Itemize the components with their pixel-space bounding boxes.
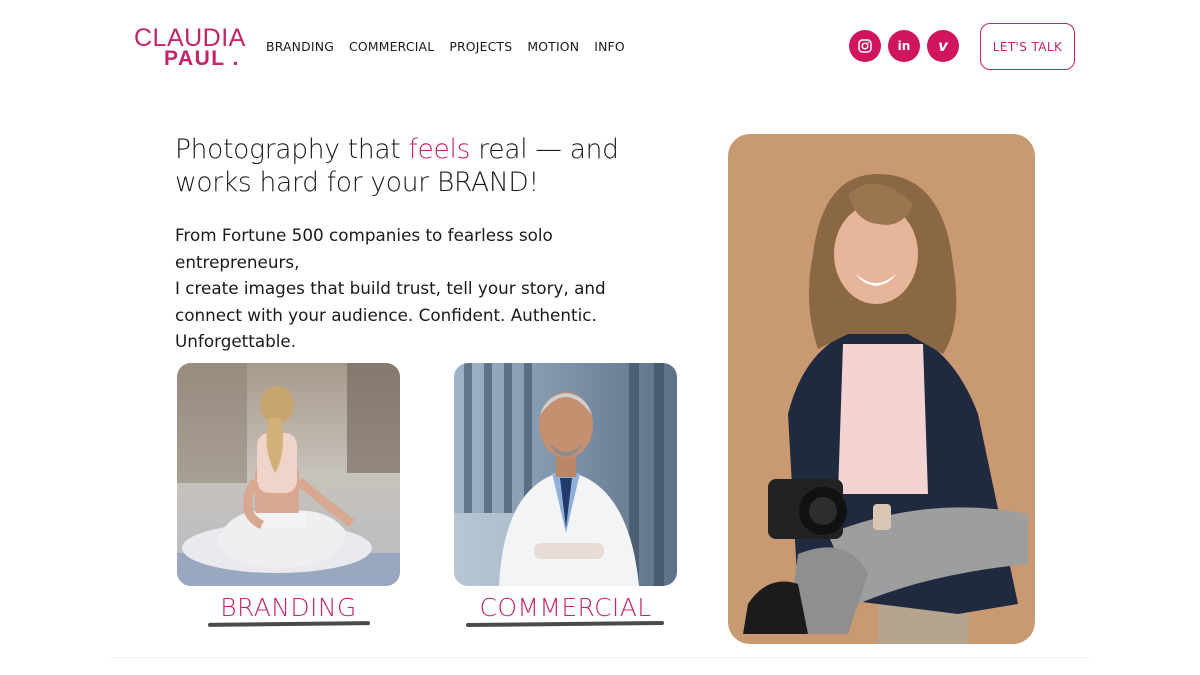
nav-item-info[interactable]: INFO <box>594 39 625 54</box>
hero-headline: Photography that feels real — and works … <box>175 133 695 199</box>
hero-intro: From Fortune 500 companies to fearless s… <box>175 222 655 355</box>
intro-line: entrepreneurs, <box>175 251 300 272</box>
headline-text-start: Photography that <box>175 134 409 165</box>
yoga-woman-photo <box>177 363 400 586</box>
branding-underline <box>207 621 371 627</box>
nav-item-commercial[interactable]: COMMERCIAL <box>349 39 434 54</box>
logo[interactable]: CLAUDIA PAUL . <box>134 26 254 70</box>
intro-line: From Fortune 500 companies to fearless s… <box>175 225 553 245</box>
logo-last-name: PAUL . <box>164 47 240 70</box>
commercial-underline <box>465 620 665 628</box>
branding-tile-image[interactable] <box>177 363 400 586</box>
linkedin-button[interactable]: in <box>888 30 920 62</box>
vimeo-icon: v <box>938 37 948 55</box>
main-nav: BRANDING COMMERCIAL PROJECTS MOTION INFO <box>266 39 625 54</box>
commercial-tile-image[interactable] <box>454 363 677 586</box>
instagram-icon <box>858 39 872 53</box>
lets-talk-button[interactable]: LET'S TALK <box>980 23 1075 70</box>
linkedin-icon: in <box>897 39 911 53</box>
hero-portrait <box>728 134 1035 644</box>
vimeo-button[interactable]: v <box>927 30 959 62</box>
instagram-button[interactable] <box>849 30 881 62</box>
intro-line: Unforgettable. <box>175 331 297 351</box>
nav-item-motion[interactable]: MOTION <box>527 39 579 54</box>
photographer-portrait-photo <box>728 134 1035 644</box>
branding-tile-label[interactable]: BRANDING <box>177 593 400 622</box>
intro-line: I create images that build trust, tell y… <box>175 278 606 298</box>
nav-item-branding[interactable]: BRANDING <box>266 39 334 54</box>
headline-accent-word: feels <box>408 134 471 165</box>
doctor-portrait-photo <box>454 363 677 586</box>
nav-item-projects[interactable]: PROJECTS <box>449 39 512 54</box>
intro-line: connect with your audience. Confident. A… <box>175 304 597 325</box>
commercial-tile-label[interactable]: COMMERCIAL <box>454 593 677 622</box>
social-links: in v <box>849 30 959 62</box>
section-divider <box>110 657 1090 658</box>
